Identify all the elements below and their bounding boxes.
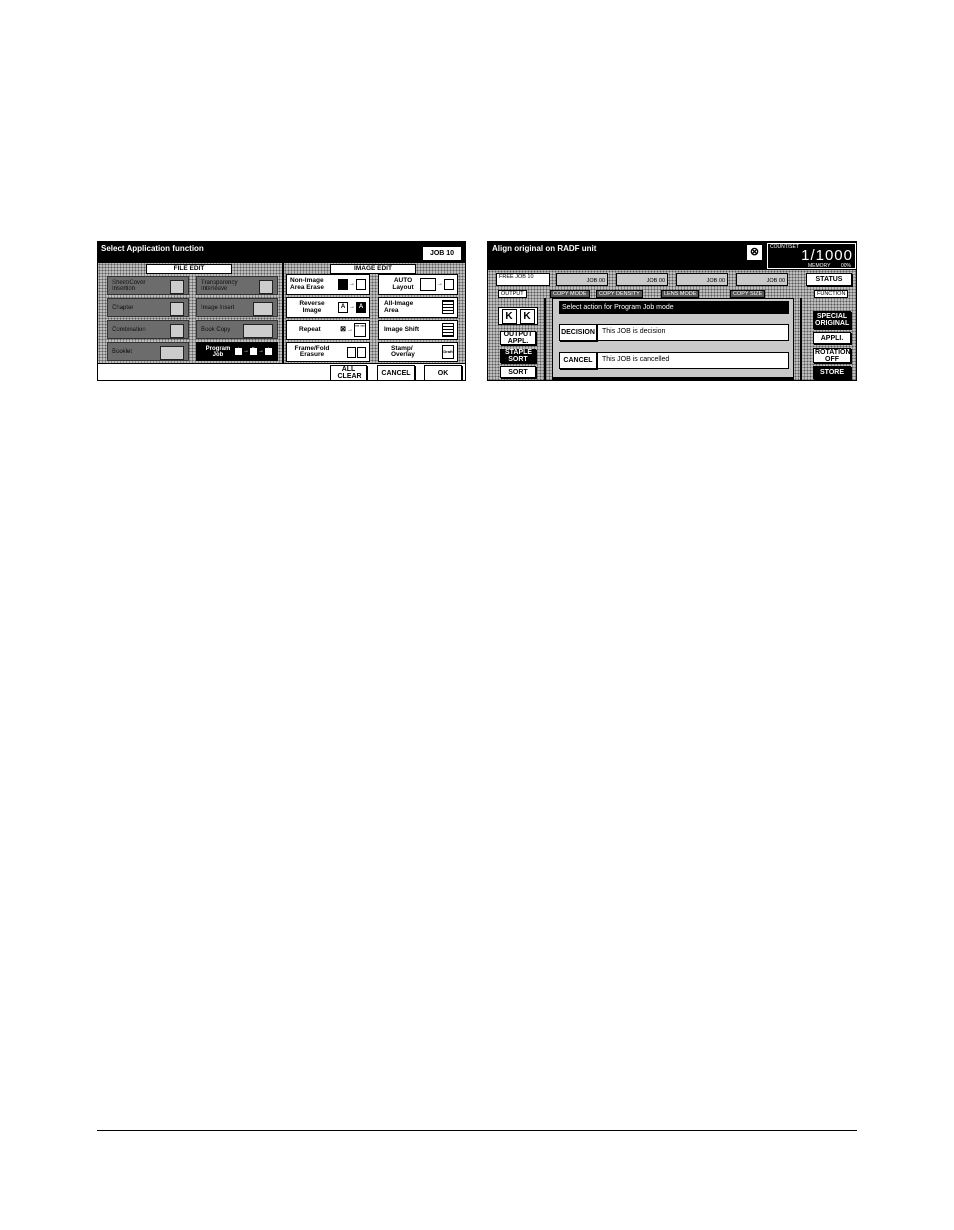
dialog-title: Select action for Program Job mode: [559, 301, 789, 314]
chapter-icon: [170, 302, 184, 316]
program-job-button[interactable]: Program Job A → B → A: [196, 342, 278, 361]
tab-function[interactable]: FUNCTION: [814, 290, 849, 298]
all-image-area-button[interactable]: All-Image Area: [378, 297, 458, 318]
special-original-button[interactable]: SPECIAL ORIGINAL: [813, 311, 851, 329]
output-k-reverse-icon: K: [519, 308, 535, 324]
reverse-image-button[interactable]: Reverse Image A → A: [286, 297, 370, 318]
program-job-icon: A → B → A: [234, 347, 273, 356]
appli-button[interactable]: APPLI.: [813, 332, 851, 344]
screen-title: Align original on RADF unit: [492, 244, 597, 253]
decision-text: This JOB is decision: [602, 328, 666, 335]
job-label: JOB 10: [429, 250, 455, 257]
booklet-icon: [160, 346, 184, 360]
output-k-icon: K: [501, 308, 517, 324]
bottom-bar: ALL CLEAR CANCEL OK: [98, 363, 465, 380]
frame-fold-icon: [347, 346, 366, 358]
non-image-area-erase-button[interactable]: Non-Image Area Erase →: [286, 274, 370, 295]
machine-icon: ⊗: [747, 245, 762, 260]
transparency-icon: [259, 280, 273, 294]
output-appl-button[interactable]: OUTPUT APPL.: [500, 331, 536, 345]
title-bar: Align original on RADF unit ⊗ COUNT/SET …: [488, 242, 856, 270]
stamp-icon: Draft: [442, 345, 454, 359]
all-image-area-icon: [442, 300, 454, 314]
booklet-button[interactable]: Booklet: [107, 342, 189, 361]
image-insert-icon: [253, 302, 273, 316]
decision-row: DECISION This JOB is decision: [559, 324, 789, 341]
image-insert-button[interactable]: Image Insert: [196, 298, 278, 317]
sort-button[interactable]: SORT: [500, 366, 536, 378]
stamp-overlay-button[interactable]: Stamp/ Overlay Draft: [378, 342, 458, 362]
footer-rule: [97, 1130, 857, 1131]
dialog-cancel-button[interactable]: CANCEL: [559, 352, 597, 369]
memory-label: MEMORY: [808, 263, 831, 269]
counter-label: COUNT/SET: [770, 244, 799, 250]
cancel-button[interactable]: CANCEL: [377, 365, 415, 380]
book-copy-icon: [243, 324, 273, 338]
image-shift-icon: [442, 323, 454, 337]
rotation-off-button[interactable]: ROTATION OFF: [813, 348, 851, 363]
staple-sort-button[interactable]: STAPLE SORT: [500, 349, 536, 363]
tab-copy-size[interactable]: COPY SIZE: [730, 290, 766, 298]
main-area: FREE JOB 10 JOB 00 JOB 00 JOB 00 JOB 00 …: [488, 270, 856, 380]
repeat-icon: ⊠ → ▪▪▪ ▪▪▪: [340, 323, 366, 337]
auto-layout-icon: →: [420, 277, 454, 291]
transparency-interleave-button[interactable]: Transparency Interleave: [196, 276, 278, 295]
job-tab-3[interactable]: JOB 00: [676, 273, 728, 286]
job-tab-2[interactable]: JOB 00: [616, 273, 668, 286]
screen-title: Select Application function: [101, 244, 204, 253]
counter-value: 1/1000: [801, 247, 853, 264]
title-bar: Select Application function JOB 10: [98, 242, 465, 263]
book-copy-button[interactable]: Book Copy: [196, 320, 278, 339]
column-divider: [282, 263, 284, 363]
repeat-button[interactable]: Repeat ⊠ → ▪▪▪ ▪▪▪: [286, 320, 370, 340]
sheet-insert-icon: [170, 280, 184, 294]
file-edit-header: FILE EDIT: [146, 264, 232, 274]
divider-right: [800, 298, 802, 380]
memory-value: 00%: [840, 263, 851, 269]
image-edit-header: IMAGE EDIT: [330, 264, 416, 274]
job-tab-4[interactable]: JOB 00: [736, 273, 788, 286]
job-indicator: JOB 10: [422, 246, 462, 261]
program-job-dialog: Select action for Program Job mode DECIS…: [552, 298, 794, 380]
dialog-bottom-edge: [553, 377, 793, 380]
cancel-text: This JOB is cancelled: [602, 356, 670, 363]
image-shift-button[interactable]: Image Shift: [378, 320, 458, 340]
status-button[interactable]: STATUS: [806, 273, 852, 286]
cancel-row: CANCEL This JOB is cancelled: [559, 352, 789, 369]
all-clear-button[interactable]: ALL CLEAR: [330, 365, 367, 380]
free-job-tab[interactable]: FREE JOB 10: [496, 273, 550, 286]
tab-copy-density[interactable]: COPY DENSITY: [596, 290, 643, 298]
tab-copy-mode[interactable]: COPY MODE: [550, 290, 590, 298]
combination-icon: [170, 324, 184, 338]
non-image-erase-icon: →: [338, 278, 366, 290]
frame-fold-erasure-button[interactable]: Frame/Fold Erasure: [286, 342, 370, 362]
output-preview: K K: [498, 307, 538, 325]
ok-button[interactable]: OK: [424, 365, 462, 380]
job-tab-1[interactable]: JOB 00: [556, 273, 608, 286]
auto-layout-button[interactable]: AUTO Layout →: [378, 274, 458, 295]
application-function-screen: Select Application function JOB 10 FILE …: [97, 241, 466, 381]
tab-lens-mode[interactable]: LENS MODE: [661, 290, 700, 298]
function-area: FILE EDIT Sheet/Cover Insertion Transpar…: [98, 263, 465, 363]
store-button[interactable]: STORE: [813, 366, 851, 379]
tab-output[interactable]: OUTPUT: [498, 290, 527, 298]
program-job-screen: Align original on RADF unit ⊗ COUNT/SET …: [487, 241, 857, 381]
sheet-cover-insertion-button[interactable]: Sheet/Cover Insertion: [107, 276, 189, 295]
reverse-image-icon: A → A: [338, 301, 366, 313]
combination-button[interactable]: Combination: [107, 320, 189, 339]
chapter-button[interactable]: Chapter: [107, 298, 189, 317]
divider-left: [544, 298, 546, 380]
decision-button[interactable]: DECISION: [559, 324, 597, 341]
counter-box: COUNT/SET 1/1000 MEMORY 00%: [767, 243, 856, 269]
